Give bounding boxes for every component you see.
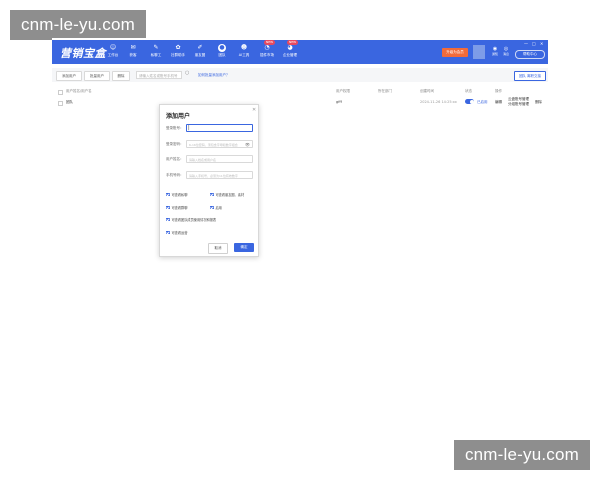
app-window: 营销宝盒 ☺ 工作台 ✉ 获客 ✎ 私聊工 ✿ 社群助手 ✐ 朋友圈 ● 团队 ☻ AI工具 … [52, 38, 548, 264]
header-actions: 操作 [495, 89, 502, 93]
text-cursor: | [188, 125, 190, 131]
flower-icon: ✿ [175, 44, 181, 51]
status-toggle[interactable] [465, 99, 474, 104]
close-icon[interactable]: ✕ [252, 107, 256, 113]
maximize-icon[interactable]: □ [532, 41, 536, 46]
row-status: 已启用 [477, 100, 488, 104]
close-icon[interactable]: ✕ [540, 41, 543, 46]
nav-plugin-market[interactable]: NEW ◔ 插件市场 [256, 40, 278, 62]
eye-icon[interactable]: 👁 [245, 141, 250, 147]
notification-button[interactable]: ◉ 通知 [490, 46, 500, 56]
add-user-button[interactable]: 添加用户 [56, 71, 82, 81]
row-checkbox[interactable] [58, 101, 63, 106]
watermark-bottom: cnm-le-yu.com [454, 440, 590, 470]
account-label: 登录账号： [166, 126, 184, 130]
password-label: 登录密码： [166, 142, 184, 146]
robot-icon: ☻ [240, 44, 248, 51]
checkbox-checked-icon [166, 217, 170, 222]
nav-private-chat[interactable]: ✎ 私聊工 [145, 44, 167, 62]
header-name: 用户姓名/用户名 [66, 89, 92, 93]
new-badge: NEW [287, 40, 299, 45]
nav-ai-tools[interactable]: ☻ AI工具 [233, 44, 255, 62]
perm-operations-checkbox[interactable]: 可查看运营 [166, 222, 187, 241]
header-created: 创建时间 [420, 89, 434, 93]
header-department: 所在部门 [378, 89, 392, 93]
avatar[interactable] [473, 45, 485, 59]
checkbox-checked-icon [166, 192, 170, 197]
pen-icon: ✎ [153, 44, 159, 51]
batch-user-button[interactable]: 批量用户 [84, 71, 110, 81]
message-button[interactable]: ◎ 消息 [501, 46, 511, 56]
cancel-button[interactable]: 取消 [208, 243, 228, 254]
mail-icon: ✉ [130, 44, 136, 51]
nav-acquire[interactable]: ✉ 获客 [122, 44, 144, 62]
help-center-button[interactable]: 帮助中心 [515, 50, 545, 59]
nav-team[interactable]: ● 团队 [211, 44, 233, 62]
search-input[interactable]: 请输入姓名或账号手机号 [136, 71, 182, 79]
row-permission: gfff [336, 100, 342, 104]
row-manage-link-2[interactable]: 分组账号管理 [508, 102, 529, 107]
nav-moments[interactable]: ✐ 朋友圈 [189, 44, 211, 62]
checkbox-checked-icon [210, 192, 214, 197]
toolbar: 添加用户 批量用户 删除 请输入姓名或账号手机号 ○ 如何批量添加用户？ 团队 … [52, 68, 548, 82]
top-nav-bar: 营销宝盒 ☺ 工作台 ✉ 获客 ✎ 私聊工 ✿ 社群助手 ✐ 朋友圈 ● 团队 ☻ AI工具 … [52, 40, 548, 64]
phone-label: 手机号码： [166, 173, 184, 177]
enterprise-icon: ◕ [287, 44, 293, 51]
dialog-title: 添加用户 [166, 113, 191, 120]
account-input[interactable] [186, 124, 253, 132]
team-handover-button[interactable]: 团队 离职交接 [514, 71, 546, 81]
confirm-button[interactable]: 确定 [234, 243, 254, 252]
header-permission: 用户权限 [336, 89, 350, 93]
row-edit-link[interactable]: 编辑 [495, 100, 502, 105]
add-user-dialog: 添加用户 ✕ 登录账号： | 登录密码： 6-16位密码，须包含字母和数字组合 👁… [159, 104, 259, 257]
password-input[interactable]: 6-16位密码，须包含字母和数字组合 👁 [186, 140, 253, 148]
watermark-top: cnm-le-yu.com [10, 10, 146, 40]
new-badge: NEW [264, 40, 276, 45]
team-icon: ● [218, 44, 226, 52]
row-created: 2024-11-26 14:25:xx [420, 100, 457, 104]
search-icon[interactable]: ○ [185, 70, 189, 76]
upgrade-promo-button[interactable]: 升级为会员 [442, 48, 468, 57]
row-name: 团队 [66, 100, 73, 104]
header-status: 状态 [465, 89, 472, 93]
plugin-icon: ◔ [264, 44, 270, 51]
checkbox-checked-icon [166, 230, 170, 235]
batch-help-link[interactable]: 如何批量添加用户？ [198, 71, 230, 79]
edit-icon: ✐ [197, 44, 203, 51]
username-input[interactable]: 请输入姓名或用户名 [186, 155, 253, 163]
username-label: 用户姓名： [166, 157, 184, 161]
nav-workbench[interactable]: ☺ 工作台 [102, 44, 124, 62]
workbench-icon: ☺ [109, 44, 117, 51]
nav-group-assistant[interactable]: ✿ 社群助手 [167, 44, 189, 62]
minimize-icon[interactable]: — [524, 41, 528, 46]
app-logo: 营销宝盒 [60, 47, 106, 60]
nav-enterprise[interactable]: NEW ◕ 企业管理 [279, 40, 301, 62]
delete-button[interactable]: 删除 [112, 71, 130, 81]
phone-input[interactable]: 请输入手机号，必须为11位有效数字 [186, 171, 253, 179]
row-delete-link[interactable]: 删除 [535, 100, 542, 105]
select-all-checkbox[interactable] [58, 90, 63, 95]
